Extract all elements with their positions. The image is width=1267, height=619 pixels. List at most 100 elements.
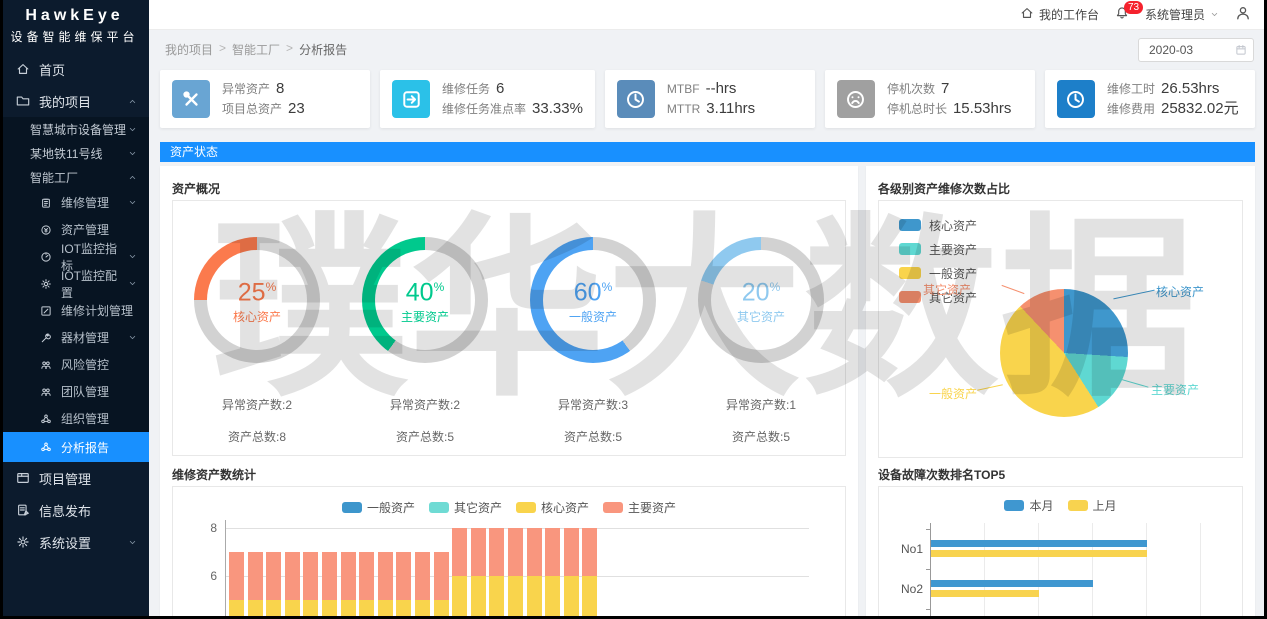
repair-asset-stats-chart: 一般资产其它资产核心资产主要资产86 xyxy=(172,486,846,619)
asset-gauge: 60%一般资产异常资产数:3资产总数:5 xyxy=(513,237,673,453)
pie-label-leader xyxy=(1002,285,1025,294)
calendar-icon xyxy=(1235,44,1247,56)
axis-tick xyxy=(926,529,930,530)
kpi-row: 停机次数7 xyxy=(887,79,1011,99)
sidebar-item-label: 项目管理 xyxy=(39,469,91,488)
tools-icon xyxy=(172,80,210,118)
sidebar-item-某地铁11号线[interactable]: 某地铁11号线 xyxy=(0,141,149,165)
sidebar-item-IOT监控配置[interactable]: IOT监控配置 xyxy=(0,270,149,297)
frown-icon xyxy=(837,80,875,118)
gauge-label: 主要资产 xyxy=(401,308,449,325)
repair-ratio-title: 各级别资产维修次数占比 xyxy=(878,180,1010,197)
breadcrumb-item[interactable]: 我的项目 xyxy=(165,41,213,58)
kpi-value: 8 xyxy=(276,80,284,97)
user-menu[interactable]: 系统管理员 xyxy=(1145,6,1219,23)
sidebar-item-风险管控[interactable]: 风险管控 xyxy=(0,351,149,378)
avatar[interactable] xyxy=(1235,5,1251,24)
chevron-down-icon xyxy=(1210,8,1219,22)
sidebar-item-信息发布[interactable]: 信息发布 xyxy=(0,494,149,526)
sidebar-item-分析报告[interactable]: 分析报告 xyxy=(0,432,149,462)
breadcrumb-item[interactable]: 智能工厂 xyxy=(232,41,280,58)
month-picker-input[interactable] xyxy=(1139,42,1231,58)
sidebar-item-组织管理[interactable]: 组织管理 xyxy=(0,405,149,432)
legend-item-其它资产[interactable]: 其它资产 xyxy=(429,499,502,516)
breadcrumb-item[interactable]: 分析报告 xyxy=(299,41,347,58)
notification-badge: 73 xyxy=(1124,1,1143,14)
bar-major xyxy=(229,552,244,600)
legend-item-核心资产[interactable]: 核心资产 xyxy=(899,213,977,237)
kpi-row: 维修工时26.53hrs xyxy=(1107,79,1239,99)
bar-major xyxy=(582,528,597,576)
sidebar-item-label: 维修计划管理 xyxy=(61,302,133,319)
kpi-value: 6 xyxy=(496,80,504,97)
notifications-button[interactable]: 73 xyxy=(1115,6,1129,23)
workbench-link[interactable]: 我的工作台 xyxy=(1020,6,1099,23)
legend-item-核心资产[interactable]: 核心资产 xyxy=(516,499,589,516)
kpi-label: 维修任务 xyxy=(442,82,490,96)
legend-swatch xyxy=(516,502,536,513)
kpi-value: --hrs xyxy=(706,80,737,97)
sidebar-item-维修计划管理[interactable]: 维修计划管理 xyxy=(0,297,149,324)
gauge-label: 一般资产 xyxy=(569,308,617,325)
legend-label: 核心资产 xyxy=(541,499,589,516)
sidebar-item-label: 某地铁11号线 xyxy=(30,145,102,162)
workbench-label: 我的工作台 xyxy=(1039,6,1099,23)
chevron-down-icon xyxy=(128,333,137,342)
axis-tick xyxy=(926,569,930,570)
sidebar-item-label: 智慧城市设备管理 xyxy=(30,121,126,138)
kpi-label: 停机次数 xyxy=(887,82,935,96)
kpi-value: 23 xyxy=(288,100,305,117)
gauge-center: 20%其它资产 xyxy=(698,237,824,363)
sidebar-item-label: 器材管理 xyxy=(61,329,109,346)
asset-overview-title: 资产概况 xyxy=(172,180,220,197)
gridline xyxy=(1146,523,1147,619)
sidebar-item-首页[interactable]: 首页 xyxy=(0,53,149,85)
legend-item-本月[interactable]: 本月 xyxy=(1004,497,1053,514)
kpi-card: 停机次数7停机总时长15.53hrs xyxy=(825,70,1035,128)
user-name: 系统管理员 xyxy=(1145,6,1205,23)
kpi-value: 26.53hrs xyxy=(1161,80,1219,97)
gauge-stats: 异常资产数:2资产总数:5 xyxy=(345,389,505,453)
sidebar-item-label: IOT监控配置 xyxy=(61,267,128,301)
chevron-down-icon xyxy=(128,279,137,288)
sidebar-item-label: 信息发布 xyxy=(39,501,91,520)
sidebar-item-维修管理[interactable]: 维修管理 xyxy=(0,189,149,216)
sidebar-item-我的项目[interactable]: 我的项目 xyxy=(0,85,149,117)
sidebar-item-系统设置[interactable]: 系统设置 xyxy=(0,526,149,558)
legend-label: 主要资产 xyxy=(929,241,977,258)
bar-major xyxy=(359,552,374,600)
gauge-stats: 异常资产数:2资产总数:8 xyxy=(177,389,337,453)
legend-item-主要资产[interactable]: 主要资产 xyxy=(899,237,977,261)
category-label: No2 xyxy=(891,582,923,596)
sidebar-item-团队管理[interactable]: 团队管理 xyxy=(0,378,149,405)
sidebar-item-项目管理[interactable]: 项目管理 xyxy=(0,462,149,494)
abnormal-count: 异常资产数:2 xyxy=(177,389,337,421)
kpi-row: 停机总时长15.53hrs xyxy=(887,99,1011,119)
abnormal-count: 异常资产数:1 xyxy=(681,389,841,421)
sidebar-item-智能工厂[interactable]: 智能工厂 xyxy=(0,165,149,189)
clipboard-icon xyxy=(40,197,52,209)
subheader: 我的项目>智能工厂>分析报告 xyxy=(149,30,1267,66)
bar-major xyxy=(471,528,486,576)
gauge-label: 其它资产 xyxy=(737,308,785,325)
kpi-card-body: 维修任务6维修任务准点率33.33% xyxy=(442,79,583,119)
home-icon xyxy=(16,62,30,76)
bar-major xyxy=(378,552,393,600)
breadcrumb-separator: > xyxy=(219,41,226,58)
sidebar-item-label: 智能工厂 xyxy=(30,169,78,186)
pie-slice-label: 一般资产 xyxy=(929,385,977,402)
month-picker[interactable] xyxy=(1138,38,1254,62)
bar-major xyxy=(248,552,263,600)
gauge-percent: 60% xyxy=(574,275,612,305)
sidebar-item-智慧城市设备管理[interactable]: 智慧城市设备管理 xyxy=(0,117,149,141)
sidebar-item-label: 组织管理 xyxy=(61,410,109,427)
sidebar-item-label: 资产管理 xyxy=(61,221,109,238)
plan-icon xyxy=(40,305,52,317)
dashboard-page: HawkEye 设备智能维保平台 首页我的项目智慧城市设备管理某地铁11号线智能… xyxy=(0,0,1267,619)
legend-item-主要资产[interactable]: 主要资产 xyxy=(603,499,676,516)
y-tick-label: 6 xyxy=(197,569,217,583)
legend-item-一般资产[interactable]: 一般资产 xyxy=(342,499,415,516)
sidebar-item-器材管理[interactable]: 器材管理 xyxy=(0,324,149,351)
legend-item-上月[interactable]: 上月 xyxy=(1068,497,1117,514)
sidebar-item-label: 系统设置 xyxy=(39,533,91,552)
